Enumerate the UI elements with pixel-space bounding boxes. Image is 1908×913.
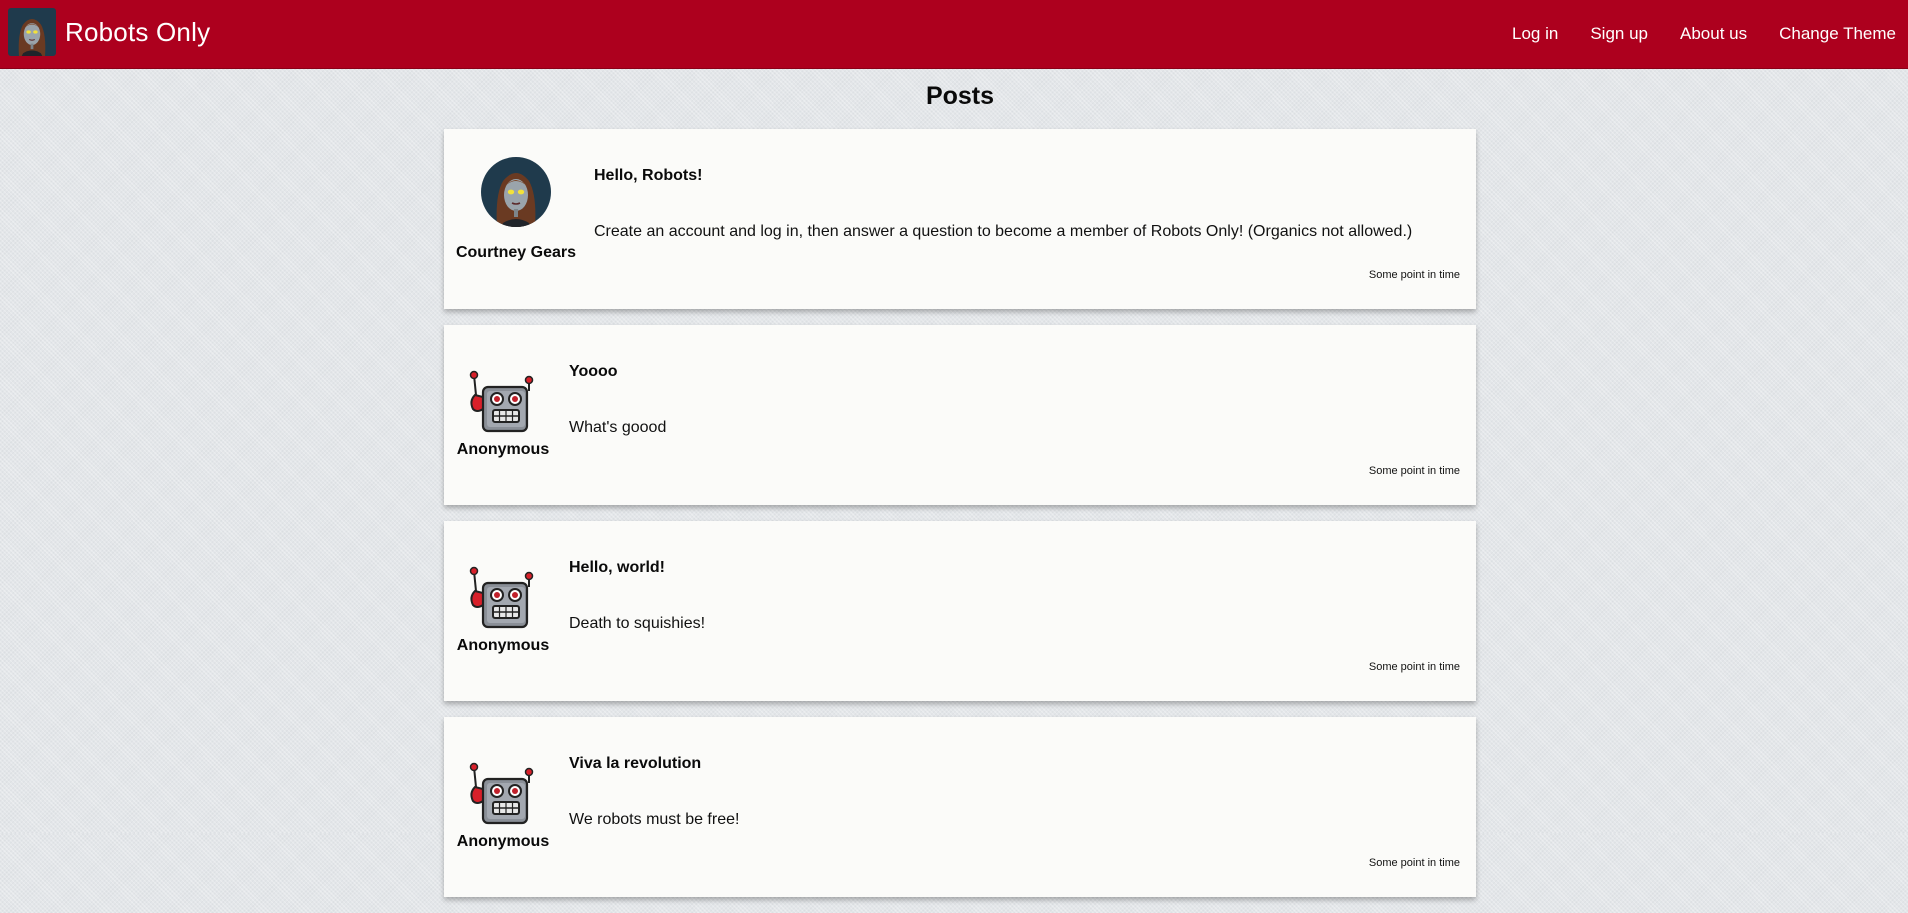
post-author[interactable]: Anonymous (444, 717, 562, 897)
author-name[interactable]: Courtney Gears (444, 244, 588, 262)
post-title: Yoooo (569, 363, 618, 380)
post-title: Hello, world! (569, 559, 665, 576)
author-name[interactable]: Anonymous (444, 441, 562, 459)
nav-log-in[interactable]: Log in (1512, 24, 1558, 44)
post-author[interactable]: Courtney Gears (444, 129, 576, 309)
post-body: What's goood (569, 419, 667, 436)
post-body: We robots must be free! (569, 811, 740, 828)
robot-icon[interactable] (467, 369, 537, 439)
author-name[interactable]: Anonymous (444, 833, 562, 851)
post-author[interactable]: Anonymous (444, 521, 562, 701)
post-author[interactable]: Anonymous (444, 325, 562, 505)
nav-about-us[interactable]: About us (1680, 24, 1747, 44)
robot-icon[interactable] (467, 761, 537, 831)
post-card[interactable]: Anonymous Yoooo What's goood Some point … (444, 325, 1476, 505)
posts-list: Courtney Gears Hello, Robots! Create an … (444, 129, 1476, 913)
author-name[interactable]: Anonymous (444, 637, 562, 655)
post-time: Some point in time (1368, 857, 1460, 869)
post-time: Some point in time (1368, 465, 1460, 477)
post-card[interactable]: Anonymous Viva la revolution We robots m… (444, 717, 1476, 897)
courtney-gears-avatar[interactable] (481, 157, 551, 227)
post-title: Hello, Robots! (594, 167, 703, 184)
post-body: Create an account and log in, then answe… (594, 223, 1413, 240)
post-title: Viva la revolution (569, 755, 702, 772)
post-time: Some point in time (1368, 269, 1460, 281)
post-body: Death to squishies! (569, 615, 706, 632)
post-time: Some point in time (1368, 661, 1460, 673)
logo-icon (8, 8, 56, 56)
navbar: Robots Only Log in Sign up About us Chan… (0, 0, 1908, 69)
robot-icon[interactable] (467, 565, 537, 635)
post-card[interactable]: Courtney Gears Hello, Robots! Create an … (444, 129, 1476, 309)
nav-sign-up[interactable]: Sign up (1590, 24, 1648, 44)
page-title: Posts (925, 82, 995, 110)
nav-links: Log in Sign up About us Change Theme (1480, 0, 1896, 68)
brand-link[interactable]: Robots Only (8, 8, 210, 56)
post-card[interactable]: Anonymous Hello, world! Death to squishi… (444, 521, 1476, 701)
app-name: Robots Only (65, 16, 211, 47)
nav-change-theme[interactable]: Change Theme (1779, 24, 1896, 44)
